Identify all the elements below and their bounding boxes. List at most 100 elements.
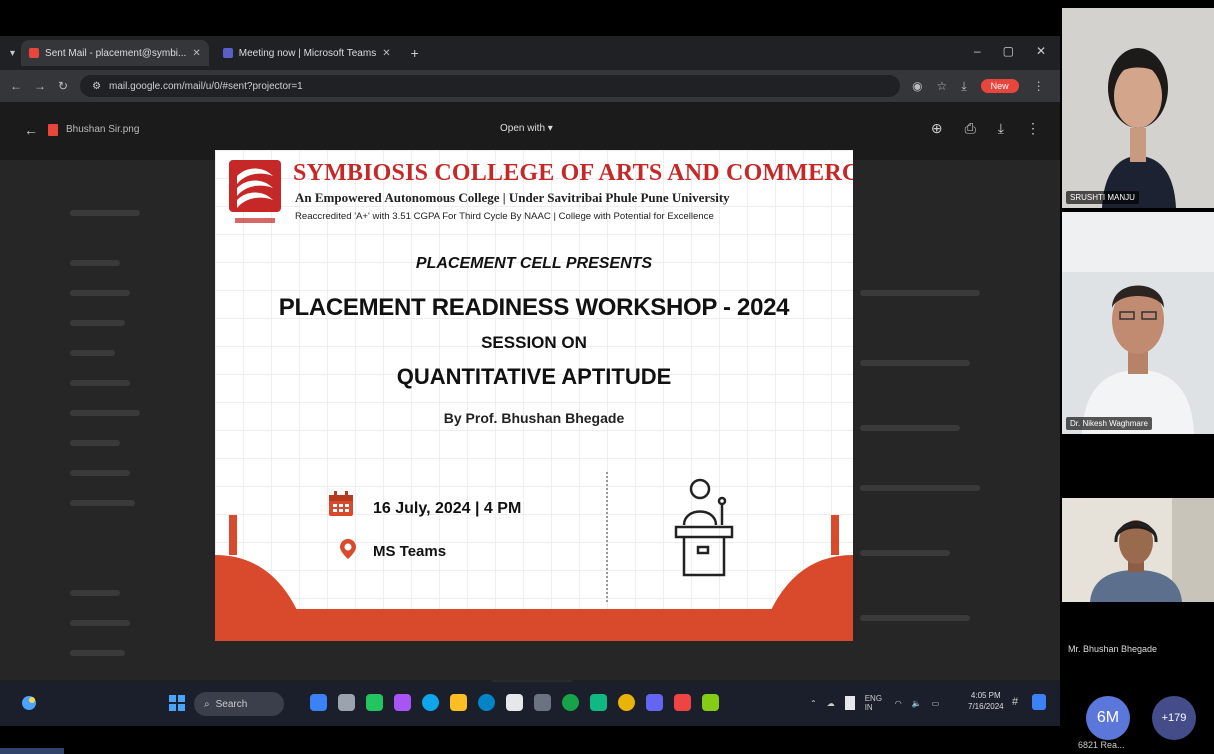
edge-browser-icon[interactable] [478, 694, 495, 711]
taskbar-app-icon[interactable] [422, 694, 439, 711]
overflow-participant-avatar[interactable]: 6M [1086, 696, 1130, 740]
location-pin-icon [340, 539, 356, 559]
download-icon[interactable]: ⤓ [998, 120, 1004, 137]
speaker-line: By Prof. Bhushan Bhegade [443, 410, 625, 426]
participant-tile-2[interactable]: Dr. Nikesh Waghmare [1062, 212, 1214, 434]
address-bar-row: ← → ↻ ⚙ mail.google.com/mail/u/0/#sent?p… [0, 70, 1060, 102]
ghost-row [70, 380, 130, 386]
bookmark-star-icon[interactable]: ☆ [937, 79, 948, 93]
overflow-participant-label: 6821 Rea... [1078, 740, 1125, 750]
close-icon[interactable]: ✕ [382, 48, 390, 59]
tray-app-icon[interactable] [844, 696, 855, 710]
more-icon[interactable]: ⋮ [1026, 120, 1040, 137]
ghost-row [860, 550, 950, 556]
taskbar-search-label: Search [215, 698, 248, 710]
ghost-row [70, 620, 130, 626]
chrome-icon[interactable] [618, 694, 635, 711]
taskbar-app-icon[interactable] [338, 694, 355, 711]
close-icon[interactable]: ✕ [192, 48, 200, 59]
notification-icon[interactable]: # [1012, 696, 1018, 708]
print-icon[interactable]: ⎙ [965, 120, 976, 137]
participant-tile-1[interactable]: SRUSHTI MANJU [1062, 8, 1214, 208]
presents-line: PLACEMENT CELL PRESENTS [415, 255, 653, 272]
viewer-tools: ⊕ ⎙ ⤓ ⋮ [931, 120, 1040, 137]
taskbar-app-icon[interactable] [506, 694, 523, 711]
system-tray: ⌃ ☁ ENG IN ◠ 🔈 ▭ [810, 694, 939, 712]
more-participants-button[interactable]: +179 [1152, 696, 1196, 740]
download-icon[interactable]: ⤓ [961, 79, 966, 94]
speaker-podium-icon [674, 478, 734, 577]
accreditation-text: Reaccredited 'A+' with 3.51 CGPA For Thi… [295, 211, 714, 222]
language-indicator[interactable]: ENG IN [865, 694, 885, 712]
teams-icon[interactable] [646, 694, 663, 711]
session-on-label: SESSION ON [481, 333, 587, 352]
url-input[interactable]: ⚙ mail.google.com/mail/u/0/#sent?project… [80, 75, 901, 97]
taskbar-app-icon[interactable] [590, 694, 607, 711]
forward-icon[interactable]: → [34, 79, 46, 93]
college-subtitle: An Empowered Autonomous College | Under … [295, 190, 730, 205]
close-window-button[interactable]: ✕ [1036, 44, 1046, 58]
taskbar-app-icon[interactable] [394, 694, 411, 711]
settings-icon[interactable] [534, 694, 551, 711]
windows-start-icon[interactable] [168, 694, 186, 712]
browser-tab-strip: ▾ Sent Mail - placement@symbi... ✕ Meeti… [0, 36, 1060, 70]
calendar-icon [329, 491, 353, 516]
college-name: SYMBIOSIS COLLEGE OF ARTS AND COMMERCE [293, 160, 853, 186]
image-file-icon [48, 124, 58, 136]
more-icon[interactable]: ⋮ [1033, 79, 1045, 93]
extension-icon[interactable]: ◉ [912, 79, 922, 93]
ghost-row [70, 410, 140, 416]
taskbar-app-icon[interactable] [702, 694, 719, 711]
browser-menu-icon[interactable]: ▾ [10, 48, 15, 59]
maximize-button[interactable]: ▢ [1003, 44, 1014, 58]
clock-time: 4:05 PM [970, 691, 1001, 700]
address-actions: ◉ ☆ ⤓ New ⋮ [912, 79, 1045, 94]
event-venue: MS Teams [373, 543, 447, 560]
workshop-poster: SYMBIOSIS COLLEGE OF ARTS AND COMMERCE A… [215, 150, 853, 641]
site-info-icon[interactable]: ⚙ [92, 81, 101, 92]
dotted-divider [606, 472, 608, 602]
chevron-up-icon[interactable]: ⌃ [810, 699, 817, 708]
ghost-row [860, 485, 980, 491]
file-explorer-icon[interactable] [450, 694, 467, 711]
back-arrow-icon[interactable]: ← [24, 122, 38, 138]
search-icon: ⌕ [204, 698, 210, 710]
taskbar-clock[interactable]: 4:05 PM 7/16/2024 [968, 690, 1004, 712]
battery-icon[interactable]: ▭ [932, 699, 940, 708]
taskbar-app-icon[interactable] [366, 694, 383, 711]
ghost-row [860, 425, 960, 431]
symbiosis-logo-icon [229, 160, 281, 223]
ghost-row [860, 360, 970, 366]
ghost-row [70, 210, 140, 216]
participant-video-2 [1062, 212, 1214, 434]
teams-meeting-window: ▾ Sent Mail - placement@symbi... ✕ Meeti… [0, 0, 1214, 754]
ghost-row [860, 290, 980, 296]
copilot-icon[interactable] [1032, 694, 1046, 710]
browser-tab-teams[interactable]: Meeting now | Microsoft Teams ✕ [215, 40, 399, 66]
ghost-row [70, 260, 120, 266]
open-with-button[interactable]: Open with ▾ [500, 123, 553, 134]
event-date: 16 July, 2024 | 4 PM [373, 500, 522, 517]
ghost-row [70, 350, 115, 356]
taskbar-app-icon[interactable] [310, 694, 327, 711]
taskbar-search[interactable]: ⌕ Search [194, 692, 284, 716]
reload-icon[interactable]: ↻ [58, 79, 68, 93]
taskbar-app-icon[interactable] [562, 694, 579, 711]
participant-video-1 [1062, 8, 1214, 208]
ghost-row [70, 320, 125, 326]
minimize-button[interactable]: – [974, 44, 981, 58]
wifi-icon[interactable]: ◠ [895, 699, 902, 708]
widgets-icon[interactable] [20, 694, 38, 712]
back-icon[interactable]: ← [10, 79, 22, 93]
tray-app-icon[interactable]: ☁ [827, 699, 835, 708]
new-button[interactable]: New [980, 79, 1019, 93]
participant-tile-3[interactable] [1062, 498, 1214, 602]
add-icon[interactable]: ⊕ [931, 120, 943, 137]
taskbar-app-icon[interactable] [674, 694, 691, 711]
session-topic: QUANTITATIVE APTITUDE [396, 364, 672, 389]
participant-video-3 [1062, 498, 1214, 602]
browser-tab-gmail[interactable]: Sent Mail - placement@symbi... ✕ [21, 40, 209, 66]
new-tab-button[interactable]: + [405, 45, 425, 61]
ghost-row [70, 500, 135, 506]
volume-icon[interactable]: 🔈 [912, 699, 922, 708]
